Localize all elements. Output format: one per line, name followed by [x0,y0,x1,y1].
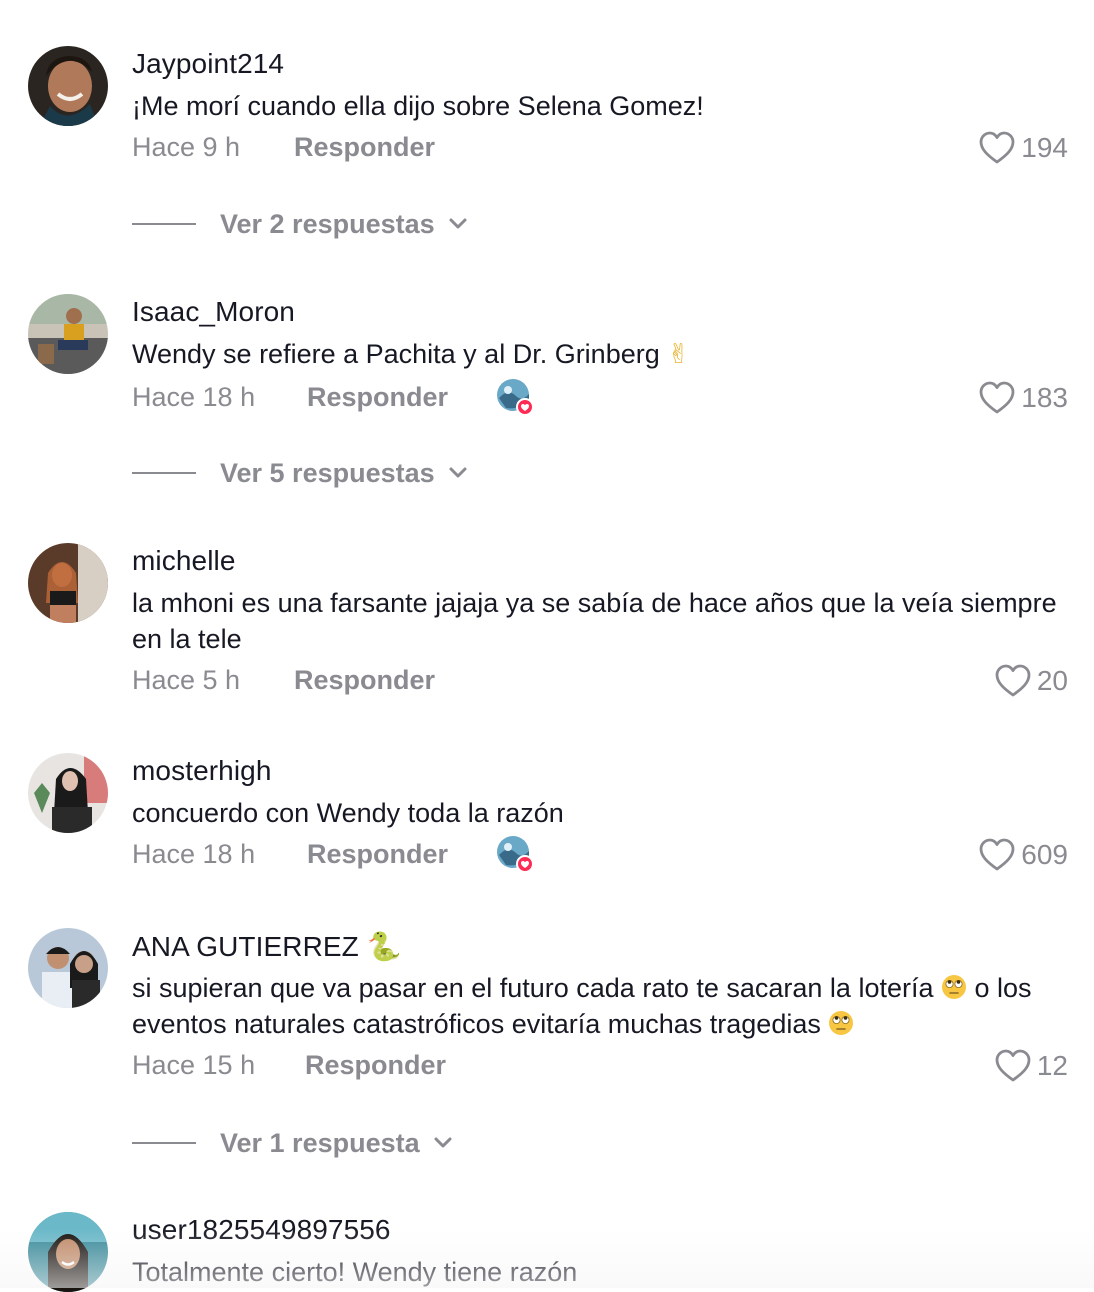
divider-line [132,472,196,474]
view-replies-button[interactable]: Ver 2 respuestas [132,204,469,244]
heart-icon [979,381,1015,414]
comment-time: Hace 18 h [132,839,256,869]
comment-meta: Hace 18 h Responder 183 [132,378,1068,418]
comment-text: Wendy se refiere a Pachita y al Dr. Grin… [132,336,1062,372]
comment-meta: Hace 15 h Responder 12 [132,1046,1068,1086]
like-button[interactable]: 12 [995,1046,1068,1086]
comment-username[interactable]: mosterhigh [132,755,272,787]
avatar[interactable] [28,294,108,374]
comment-text: la mhoni es una farsante jajaja ya se sa… [132,588,1057,654]
reply-button[interactable]: Responder [307,839,448,870]
comment-username[interactable]: michelle [132,545,236,577]
chevron-down-icon [434,1137,452,1148]
comment-text: Totalmente cierto! Wendy tiene razón [132,1257,578,1287]
like-button[interactable]: 194 [979,128,1068,168]
like-count: 194 [1021,132,1068,163]
avatar[interactable] [28,753,108,833]
avatar[interactable] [28,543,108,623]
comment-text: si supieran que va pasar en el futuro ca… [132,970,1062,1042]
reply-button[interactable]: Responder [305,1050,446,1081]
like-count: 609 [1021,839,1068,870]
snake-emoji: 🐍 [366,931,402,962]
view-replies-label: Ver 2 respuestas [220,208,435,239]
rolling-eyes-emoji-icon [942,975,966,999]
like-button[interactable]: 20 [995,661,1068,701]
like-button[interactable]: 183 [979,378,1068,418]
comment-time: Hace 5 h [132,665,241,695]
comment-text: concuerdo con Wendy toda la razón [132,798,564,828]
divider-line [132,1142,196,1144]
heart-icon [979,838,1015,871]
heart-icon [995,664,1031,697]
avatar[interactable] [28,1212,108,1292]
rolling-eyes-emoji-icon [829,1011,854,1035]
comment-meta: Hace 9 h Responder 194 [132,128,1068,168]
view-replies-label: Ver 1 respuesta [220,1127,420,1158]
avatar[interactable] [28,928,108,1008]
comment-time: Hace 9 h [132,132,241,162]
like-count: 20 [1036,665,1068,696]
creator-liked-badge-icon [497,379,534,416]
comment-meta: Hace 5 h Responder 20 [132,661,1068,701]
heart-icon [979,131,1015,164]
comment-text: ¡Me morí cuando ella dijo sobre Selena G… [132,91,704,121]
comment-username[interactable]: Isaac_Moron [132,296,295,328]
like-count: 183 [1021,382,1068,413]
view-replies-button[interactable]: Ver 5 respuestas [132,453,469,493]
view-replies-button[interactable]: Ver 1 respuesta [132,1123,454,1163]
comment-text-content: Wendy se refiere a Pachita y al Dr. Grin… [132,339,660,369]
reply-button[interactable]: Responder [307,382,448,413]
comment-time: Hace 15 h [132,1050,256,1080]
heart-icon [995,1049,1031,1082]
like-button[interactable]: 609 [979,835,1068,875]
comment-text-part1: si supieran que va pasar en el futuro ca… [132,973,934,1003]
reply-button[interactable]: Responder [294,132,435,163]
reply-button[interactable]: Responder [294,665,435,696]
view-replies-label: Ver 5 respuestas [220,457,435,488]
avatar[interactable] [28,46,108,126]
chevron-down-icon [449,218,467,229]
comment-meta: Hace 18 h Responder 609 [132,835,1068,875]
username-text: ANA GUTIERREZ [132,931,359,962]
comment-time: Hace 18 h [132,382,256,412]
comment-username[interactable]: Jaypoint214 [132,48,284,80]
like-count: 12 [1036,1050,1068,1081]
chevron-down-icon [449,467,467,478]
comment-username[interactable]: user1825549897556 [132,1214,391,1246]
comment-username[interactable]: ANA GUTIERREZ 🐍 [132,930,402,963]
victory-hand-emoji: ✌ [667,339,690,369]
divider-line [132,223,196,225]
creator-liked-badge-icon [497,836,534,873]
